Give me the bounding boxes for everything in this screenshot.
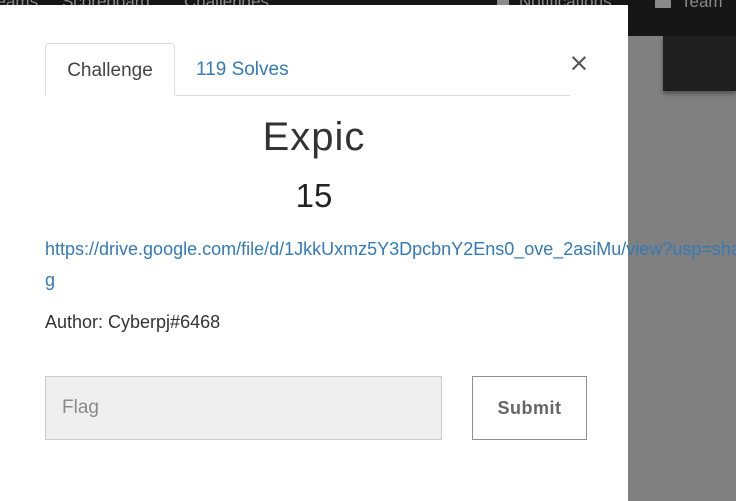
submit-button[interactable]: Submit [472, 376, 587, 440]
challenge-value: 15 [295, 177, 333, 214]
close-button[interactable]: × [568, 50, 590, 76]
challenge-author: Author: Cyberpj#6468 [45, 312, 221, 332]
tab-challenge[interactable]: Challenge [45, 43, 175, 96]
background-panel [663, 36, 736, 91]
description-link[interactable]: https://drive.google.com/file/d/1JkkUxmz… [45, 234, 736, 296]
nav-item-team: Team [655, 0, 723, 12]
challenge-modal: × Challenge 119 Solves Expic 15 https://… [0, 5, 736, 501]
flag-input[interactable] [45, 376, 442, 440]
team-label: Team [681, 0, 723, 11]
users-icon [655, 0, 671, 8]
tab-solves[interactable]: 119 Solves [196, 43, 289, 95]
challenge-name: Expic [262, 115, 366, 159]
modal-tabs: Challenge 119 Solves [45, 43, 570, 96]
